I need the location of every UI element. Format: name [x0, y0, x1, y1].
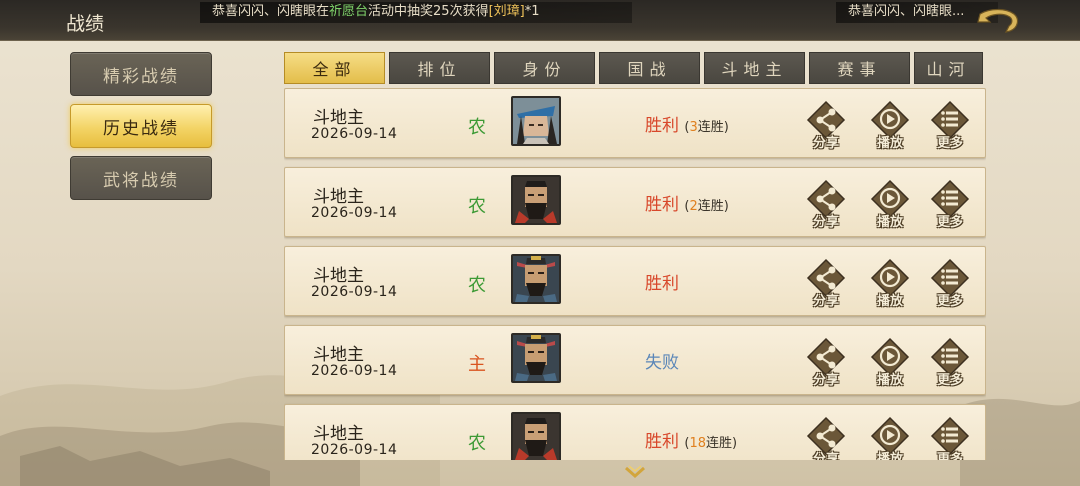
more-label: 更多	[936, 136, 963, 151]
play-label: 播放	[876, 373, 903, 388]
ticker-prefix: 恭喜闪闪、闪瞎眼在	[212, 4, 330, 19]
general-avatar[interactable]	[511, 96, 561, 146]
sidebar-item-general-records[interactable]: 武将战绩	[70, 156, 212, 200]
sidebar-item-history[interactable]: 历史战绩	[70, 104, 212, 148]
share-label: 分享	[812, 136, 839, 151]
record-mode: 斗地主	[313, 266, 364, 286]
record-date: 2026-09-14	[311, 284, 398, 300]
more-button[interactable]: 更多	[928, 100, 972, 152]
result-label: 胜利	[645, 116, 679, 136]
filter-tabs: 全部 排位 身份 国战 斗地主 赛事 山河	[284, 52, 986, 84]
record-role: 农	[468, 196, 486, 217]
result-label: 失败	[645, 353, 679, 373]
tab-national-war[interactable]: 国战	[599, 52, 700, 84]
more-button[interactable]: 更多	[928, 337, 972, 389]
result-label: 胜利	[645, 195, 679, 215]
record-result: 胜利	[645, 269, 679, 294]
record-mode: 斗地主	[313, 187, 364, 207]
tab-identity[interactable]: 身份	[494, 52, 595, 84]
more-label: 更多	[936, 373, 963, 388]
tab-mountains-rivers[interactable]: 山河	[914, 52, 983, 84]
record-date: 2026-09-14	[311, 205, 398, 221]
play-button[interactable]: 播放	[868, 258, 912, 310]
announcement-ticker: 恭喜闪闪、闪瞎眼在祈愿台活动中抽奖25次获得[刘璋]*1	[200, 2, 632, 23]
share-label: 分享	[812, 452, 839, 460]
share-button[interactable]: 分享	[804, 100, 848, 152]
record-date: 2026-09-14	[311, 363, 398, 379]
page-title: 战绩	[66, 13, 105, 35]
record-result: 胜利 (3连胜)	[645, 111, 729, 136]
result-label: 胜利	[645, 274, 679, 294]
record-date: 2026-09-14	[311, 442, 398, 458]
record-role: 农	[468, 433, 486, 454]
play-button[interactable]: 播放	[868, 416, 912, 460]
ticker-count: *1	[524, 4, 540, 19]
general-avatar[interactable]	[511, 254, 561, 304]
announcement-ticker-secondary: 恭喜闪闪、闪瞎眼...	[836, 2, 998, 23]
ticker-event: 祈愿台	[329, 4, 369, 19]
tab-ranked[interactable]: 排位	[389, 52, 490, 84]
record-mode: 斗地主	[313, 424, 364, 444]
result-label: 胜利	[645, 432, 679, 452]
record-row[interactable]: 斗地主 2026-09-14 农 胜利 (3连胜) 分享 播放 更多	[284, 88, 986, 158]
more-button[interactable]: 更多	[928, 179, 972, 231]
record-mode: 斗地主	[313, 345, 364, 365]
sidebar-nav: 精彩战绩 历史战绩 武将战绩	[70, 52, 212, 208]
back-button[interactable]	[976, 6, 1024, 36]
win-streak-count: 18	[689, 436, 707, 451]
general-avatar[interactable]	[511, 412, 561, 460]
records-list[interactable]: 斗地主 2026-09-14 农 胜利 (3连胜) 分享 播放 更多 斗地主 2…	[284, 88, 986, 460]
ticker-middle: 活动中抽奖25次获得	[368, 4, 489, 19]
play-label: 播放	[876, 452, 903, 460]
ticker-reward: [刘璋]	[488, 4, 525, 19]
record-mode: 斗地主	[313, 108, 364, 128]
back-arrow-icon	[977, 8, 1019, 33]
sidebar-item-highlights[interactable]: 精彩战绩	[70, 52, 212, 96]
more-label: 更多	[936, 215, 963, 230]
more-label: 更多	[936, 452, 963, 460]
share-label: 分享	[812, 373, 839, 388]
play-button[interactable]: 播放	[868, 179, 912, 231]
share-label: 分享	[812, 215, 839, 230]
win-streak: (2连胜)	[684, 199, 729, 214]
more-button[interactable]: 更多	[928, 416, 972, 460]
record-role: 主	[468, 354, 486, 375]
play-label: 播放	[876, 215, 903, 230]
general-avatar[interactable]	[511, 175, 561, 225]
win-streak: (18连胜)	[684, 436, 738, 451]
play-label: 播放	[876, 294, 903, 309]
more-label: 更多	[936, 294, 963, 309]
play-label: 播放	[876, 136, 903, 151]
play-button[interactable]: 播放	[868, 100, 912, 152]
record-role: 农	[468, 117, 486, 138]
record-result: 失败	[645, 348, 679, 373]
tab-tournament[interactable]: 赛事	[809, 52, 910, 84]
record-row[interactable]: 斗地主 2026-09-14 农 胜利 (2连胜) 分享 播放 更多	[284, 167, 986, 237]
win-streak-count: 3	[689, 120, 698, 135]
play-button[interactable]: 播放	[868, 337, 912, 389]
record-row[interactable]: 斗地主 2026-09-14 农 胜利 分享 播放 更多	[284, 246, 986, 316]
win-streak-count: 2	[689, 199, 698, 214]
record-date: 2026-09-14	[311, 126, 398, 142]
tab-all[interactable]: 全部	[284, 52, 385, 84]
more-button[interactable]: 更多	[928, 258, 972, 310]
top-bar: 战绩 恭喜闪闪、闪瞎眼在祈愿台活动中抽奖25次获得[刘璋]*1 恭喜闪闪、闪瞎眼…	[0, 0, 1080, 41]
record-result: 胜利 (2连胜)	[645, 190, 729, 215]
share-button[interactable]: 分享	[804, 179, 848, 231]
win-streak: (3连胜)	[684, 120, 729, 135]
share-button[interactable]: 分享	[804, 258, 848, 310]
record-row[interactable]: 斗地主 2026-09-14 主 失败 分享 播放 更多	[284, 325, 986, 395]
tab-landlord[interactable]: 斗地主	[704, 52, 805, 84]
share-label: 分享	[812, 294, 839, 309]
scroll-down-icon[interactable]	[624, 464, 646, 482]
record-result: 胜利 (18连胜)	[645, 427, 737, 452]
general-avatar[interactable]	[511, 333, 561, 383]
record-role: 农	[468, 275, 486, 296]
share-button[interactable]: 分享	[804, 416, 848, 460]
share-button[interactable]: 分享	[804, 337, 848, 389]
record-row[interactable]: 斗地主 2026-09-14 农 胜利 (18连胜) 分享 播放 更多	[284, 404, 986, 460]
